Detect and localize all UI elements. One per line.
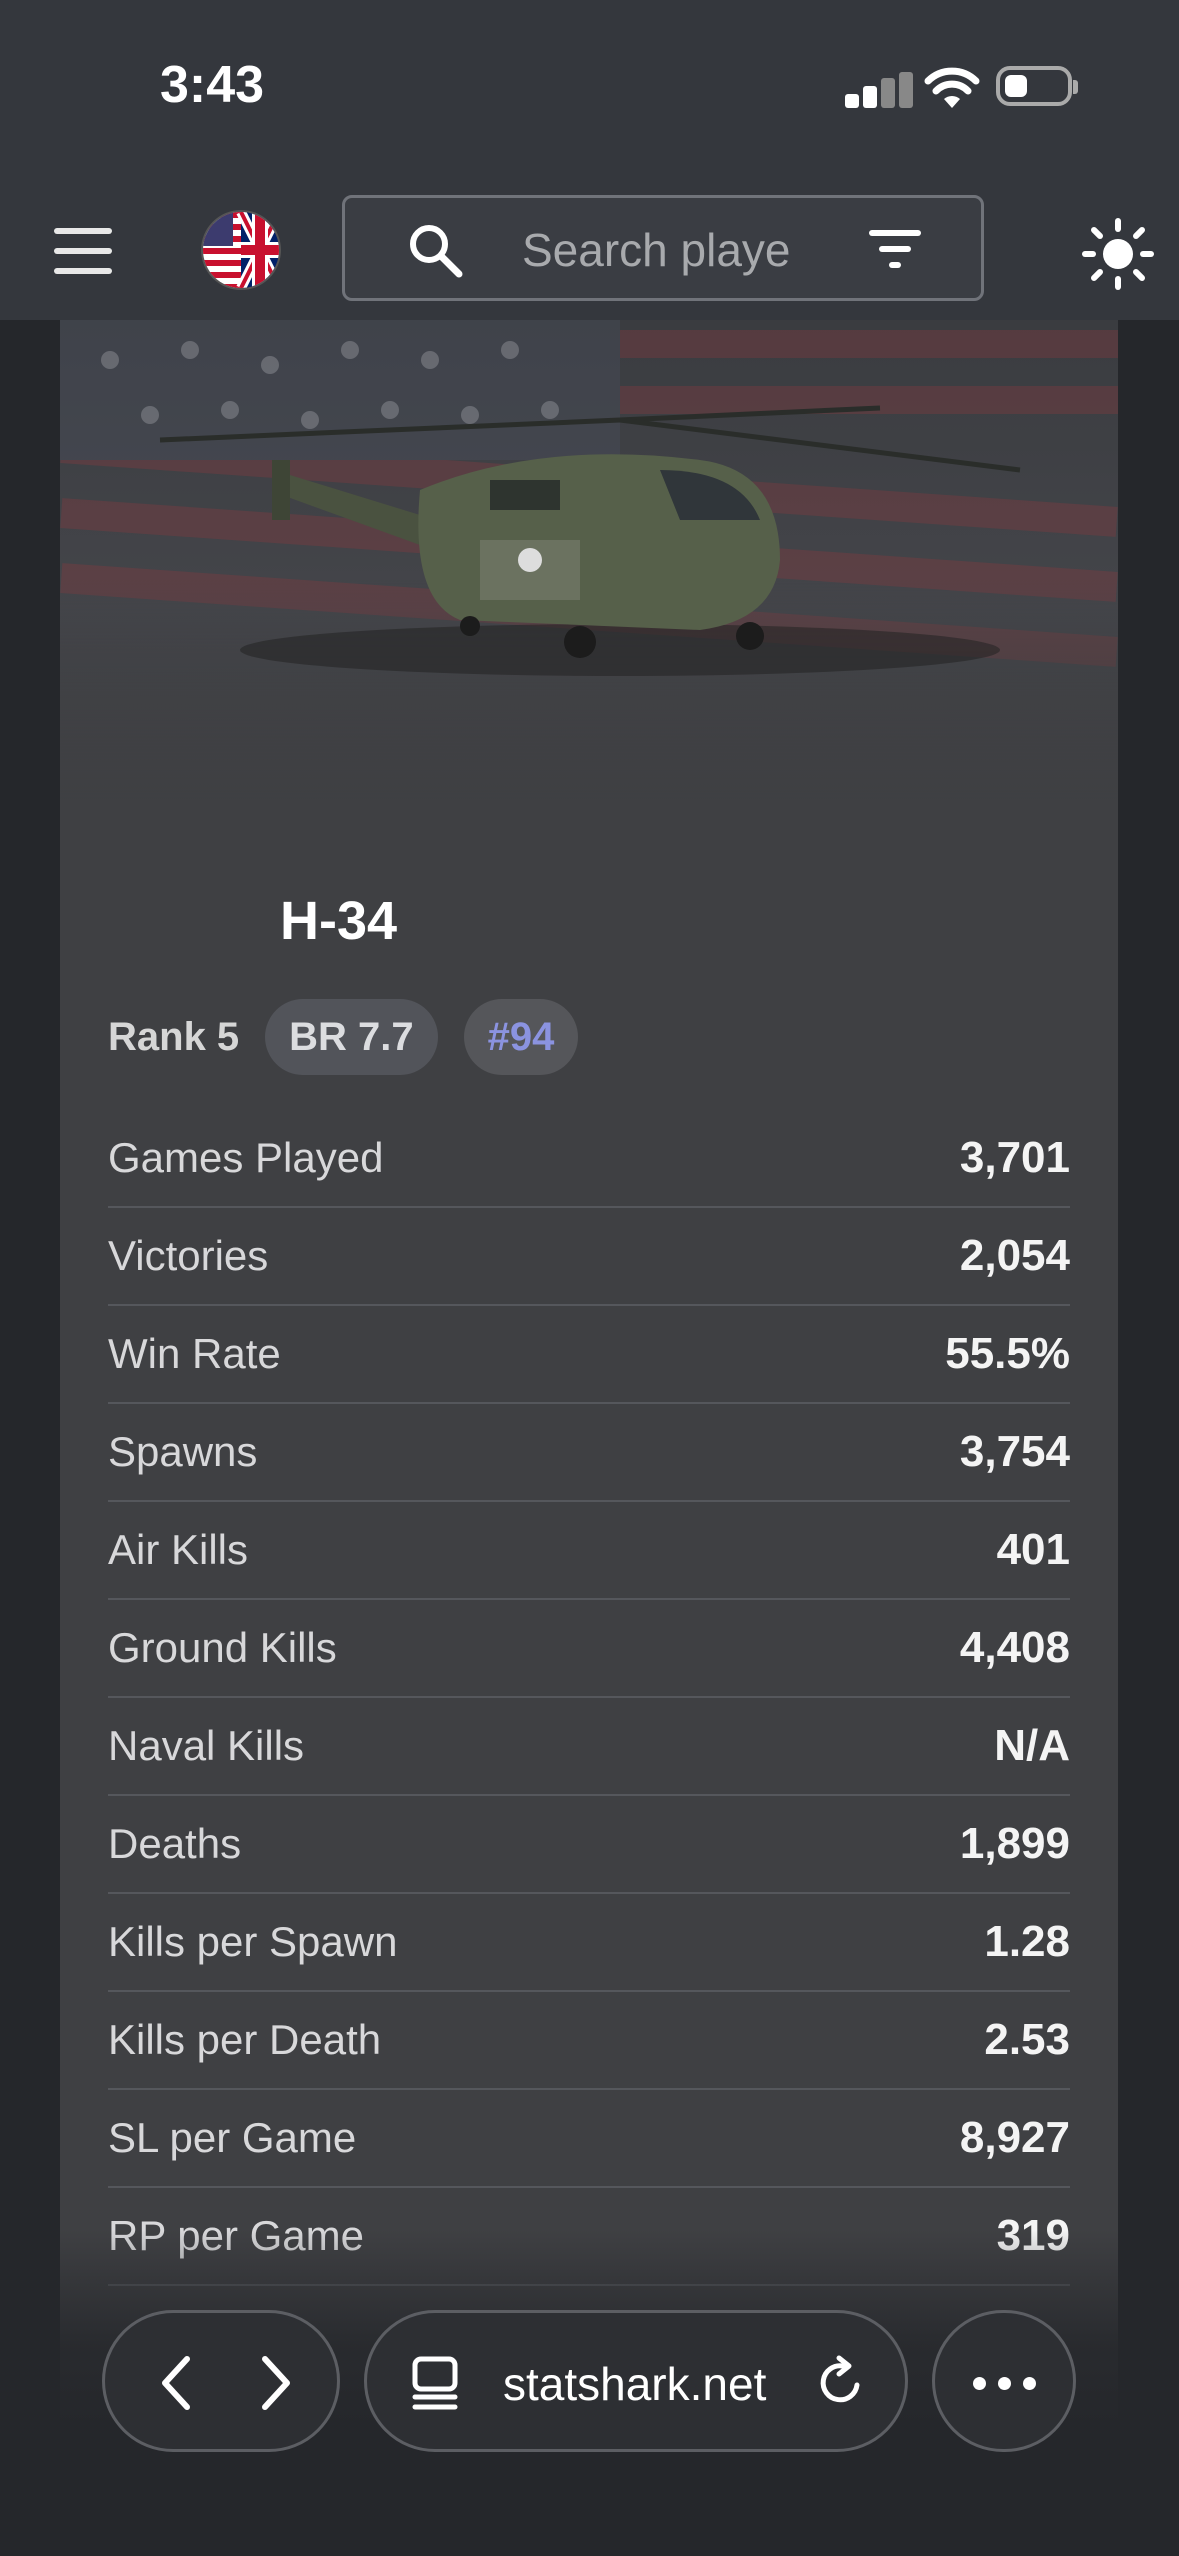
stat-value: 55.5% — [945, 1329, 1070, 1378]
stat-label: Win Rate — [108, 1330, 281, 1377]
rank-label: Rank 5 — [108, 1014, 240, 1059]
vehicle-image — [60, 320, 1118, 800]
battery-icon — [996, 66, 1078, 106]
status-time: 3:43 — [160, 56, 265, 114]
stat-value: N/A — [994, 1721, 1070, 1770]
stat-row-ground-kills: Ground Kills 4,408 — [108, 1600, 1070, 1698]
filter-icon[interactable] — [865, 224, 925, 274]
br-badge: BR 7.7 — [265, 999, 438, 1075]
stat-value: 3,754 — [959, 1427, 1070, 1476]
stat-value: 8,927 — [959, 2113, 1070, 2162]
theme-toggle-sun-icon[interactable] — [1082, 218, 1154, 290]
stat-value: 1.28 — [984, 1917, 1070, 1966]
stat-row-games-played: Games Played 3,701 — [108, 1110, 1070, 1208]
stat-row-naval-kills: Naval Kills N/A — [108, 1698, 1070, 1796]
position-badge[interactable]: #94 — [463, 999, 579, 1075]
ellipsis-icon — [973, 2377, 1037, 2391]
status-bar: 3:43 — [0, 0, 1179, 180]
stat-row-kills-per-death: Kills per Death 2.53 — [108, 1992, 1070, 2090]
stat-label: Naval Kills — [108, 1722, 305, 1769]
stat-label: Victories — [108, 1232, 269, 1279]
top-nav — [0, 180, 1179, 320]
stat-label: Kills per Spawn — [108, 1918, 398, 1965]
address-bar[interactable]: statshark.net — [364, 2310, 908, 2452]
cellular-signal-icon — [845, 72, 915, 108]
forward-arrow-icon[interactable] — [255, 2353, 295, 2413]
stat-value: 401 — [996, 1525, 1070, 1574]
stat-value: 2.53 — [984, 2015, 1070, 2064]
stat-row-air-kills: Air Kills 401 — [108, 1502, 1070, 1600]
url-text: statshark.net — [503, 2358, 767, 2410]
stat-row-sl-per-game: SL per Game 8,927 — [108, 2090, 1070, 2188]
tab-overview-icon[interactable] — [411, 2355, 463, 2411]
stat-value: 4,408 — [959, 1623, 1070, 1672]
stat-row-spawns: Spawns 3,754 — [108, 1404, 1070, 1502]
stat-row-kills-per-spawn: Kills per Spawn 1.28 — [108, 1894, 1070, 1992]
stat-value: 2,054 — [959, 1231, 1070, 1280]
vehicle-name: H-34 — [280, 891, 398, 951]
search-icon — [410, 225, 463, 278]
vehicle-tags: Rank 5 BR 7.7 #94 — [108, 998, 604, 1076]
language-flag-icon[interactable] — [203, 212, 279, 288]
stat-row-win-rate: Win Rate 55.5% — [108, 1306, 1070, 1404]
stat-value: 1,899 — [959, 1819, 1070, 1868]
stat-label: Deaths — [108, 1820, 242, 1867]
stat-label: Air Kills — [108, 1526, 249, 1573]
stat-label: Games Played — [108, 1134, 384, 1181]
reload-icon[interactable] — [813, 2355, 869, 2411]
stat-label: Ground Kills — [108, 1624, 337, 1671]
search-input[interactable] — [520, 222, 844, 278]
hamburger-menu-icon[interactable] — [54, 228, 112, 274]
stat-row-victories: Victories 2,054 — [108, 1208, 1070, 1306]
back-arrow-icon[interactable] — [157, 2353, 197, 2413]
stat-label: SL per Game — [108, 2114, 357, 2161]
stat-label: Spawns — [108, 1428, 258, 1475]
wifi-icon — [924, 67, 980, 108]
stat-value: 3,701 — [959, 1133, 1070, 1182]
stat-row-deaths: Deaths 1,899 — [108, 1796, 1070, 1894]
more-options-button[interactable] — [932, 2310, 1076, 2452]
player-search-box[interactable] — [342, 195, 984, 301]
browser-history-controls — [102, 2310, 340, 2452]
stat-label: Kills per Death — [108, 2016, 382, 2063]
stats-table: Games Played 3,701 Victories 2,054 Win Rat… — [108, 1110, 1070, 2286]
vehicle-card: H-34 Rank 5 BR 7.7 #94 Games Played 3,701… — [60, 320, 1118, 2556]
